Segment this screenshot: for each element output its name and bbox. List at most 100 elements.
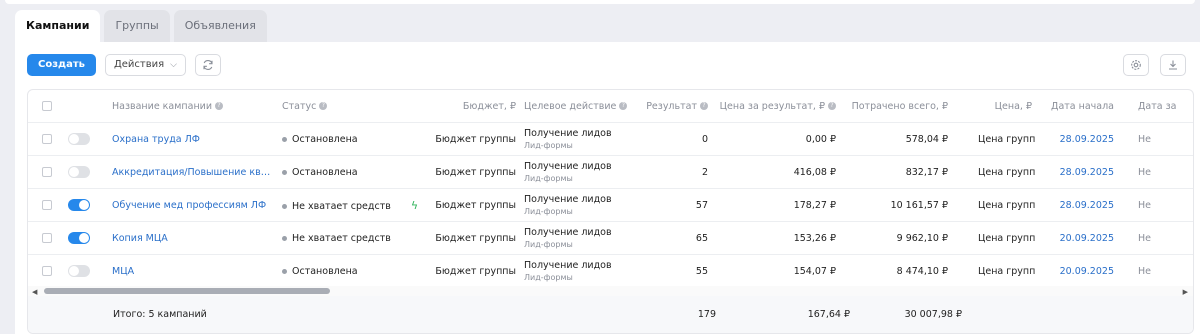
- campaign-name-link[interactable]: МЦА: [112, 266, 274, 277]
- campaign-toggle[interactable]: [68, 166, 90, 178]
- budget-cell: Бюджет группы: [418, 155, 520, 189]
- refresh-icon: [203, 60, 213, 70]
- horizontal-scrollbar[interactable]: ◀ ▶: [28, 286, 1193, 296]
- campaign-name-link[interactable]: Охрана труда ЛФ: [112, 134, 274, 145]
- end-date-cell: Не: [1118, 188, 1193, 222]
- help-icon[interactable]: ?: [700, 102, 708, 110]
- tab-campaigns[interactable]: Кампании: [15, 10, 101, 42]
- header-price[interactable]: Цена, ₽: [952, 90, 1036, 123]
- campaign-toggle[interactable]: [68, 199, 90, 211]
- status-dot: [282, 169, 287, 175]
- spent-cell: 10 161,57 ₽: [840, 188, 952, 222]
- tab-ads[interactable]: Объявления: [173, 10, 267, 42]
- result-cell: 0: [630, 122, 712, 156]
- refresh-button[interactable]: [195, 54, 221, 76]
- settings-icon: [1131, 60, 1141, 70]
- select-all-checkbox[interactable]: [42, 101, 52, 111]
- help-icon[interactable]: ?: [319, 102, 328, 110]
- result-cell: 57: [630, 188, 712, 222]
- tab-bar: Кампании Группы Объявления: [15, 10, 271, 42]
- end-date-cell: Не: [1118, 254, 1193, 288]
- scroll-left-icon[interactable]: ◀: [32, 288, 37, 296]
- row-checkbox[interactable]: [42, 134, 52, 144]
- cost-per-result-cell: 416,08 ₽: [712, 155, 840, 189]
- totals-spent: 30 007,98 ₽: [904, 309, 962, 320]
- price-cell: Цена группы: [952, 155, 1036, 189]
- campaigns-table-wrap: Название кампании? Статус? Бюджет, ₽ Цел…: [27, 89, 1194, 334]
- header-spent[interactable]: Потрачено всего, ₽: [840, 90, 952, 123]
- help-icon[interactable]: ?: [619, 102, 628, 110]
- row-checkbox[interactable]: [42, 167, 52, 177]
- cost-per-result-cell: 0,00 ₽: [712, 122, 840, 156]
- help-icon[interactable]: ?: [215, 102, 224, 110]
- header-status[interactable]: Статус?: [278, 90, 418, 123]
- download-button[interactable]: [1160, 54, 1186, 76]
- cost-per-result-cell: 153,26 ₽: [712, 221, 840, 255]
- lightning-icon[interactable]: ϟ: [411, 199, 418, 212]
- header-campaign-name[interactable]: Название кампании?: [108, 90, 278, 123]
- table-row[interactable]: Охрана труда ЛФ Остановлена Бюджет групп…: [28, 122, 1193, 156]
- table-row[interactable]: Аккредитация/Повышение квали... Остановл…: [28, 155, 1193, 189]
- download-icon: [1169, 60, 1177, 70]
- status-text: Остановлена: [292, 166, 358, 178]
- status-text: Не хватает средств: [292, 232, 391, 244]
- header-cost-per-result[interactable]: Цена за результат, ₽?: [712, 90, 840, 123]
- totals-cost-per-result: 167,64 ₽: [807, 309, 850, 320]
- start-date-cell[interactable]: 28.09.2025: [1036, 188, 1118, 222]
- table-row[interactable]: Копия МЦА Не хватает средств Бюджет груп…: [28, 221, 1193, 255]
- campaign-toggle[interactable]: [68, 232, 90, 244]
- help-icon[interactable]: ?: [828, 102, 836, 110]
- settings-button[interactable]: [1123, 54, 1149, 76]
- target-action: Получение лидов: [524, 161, 612, 172]
- row-checkbox[interactable]: [42, 200, 52, 210]
- start-date-cell[interactable]: 20.09.2025: [1036, 254, 1118, 288]
- table-row[interactable]: МЦА Остановлена Бюджет группы Получение …: [28, 254, 1193, 288]
- price-cell: Цена группы: [952, 254, 1036, 288]
- header-toggle: [64, 90, 108, 123]
- header-end-date[interactable]: Дата за: [1118, 90, 1193, 123]
- header-result[interactable]: Результат?: [630, 90, 712, 123]
- start-date-cell[interactable]: 28.09.2025: [1036, 155, 1118, 189]
- actions-dropdown[interactable]: Действия ⌵: [104, 54, 186, 76]
- create-button[interactable]: Создать: [27, 54, 96, 76]
- spent-cell: 832,17 ₽: [840, 155, 952, 189]
- status-dot: [282, 235, 287, 241]
- header-target-action[interactable]: Целевое действие?: [520, 90, 630, 123]
- status-dot: [282, 136, 287, 142]
- campaign-name-link[interactable]: Аккредитация/Повышение квали...: [112, 167, 274, 178]
- totals-result: 179: [697, 309, 716, 320]
- price-cell: Цена группы: [952, 221, 1036, 255]
- campaign-name-link[interactable]: Обучение мед профессиям ЛФ: [112, 200, 274, 211]
- end-date-cell: Не: [1118, 155, 1193, 189]
- app-shell: Кампании Группы Объявления Создать Дейст…: [0, 0, 1200, 334]
- row-checkbox[interactable]: [42, 233, 52, 243]
- price-cell: Цена группы: [952, 188, 1036, 222]
- scrollbar-thumb[interactable]: [44, 288, 330, 294]
- result-cell: 55: [630, 254, 712, 288]
- header-budget[interactable]: Бюджет, ₽: [418, 90, 520, 123]
- header-result-label: Результат: [646, 100, 697, 112]
- table-header-row: Название кампании? Статус? Бюджет, ₽ Цел…: [28, 90, 1193, 123]
- campaign-toggle[interactable]: [68, 265, 90, 277]
- header-campaign-name-label: Название кампании: [112, 100, 213, 112]
- status-dot: [282, 268, 287, 274]
- campaigns-card: Создать Действия ⌵ Название кампании ? С…: [15, 42, 1200, 334]
- target-action-sub: Лид-формы: [524, 240, 573, 249]
- totals-row: Итого: 5 кампаний 179 167,64 ₽ 30 007,98…: [28, 296, 1193, 333]
- target-action-sub: Лид-формы: [524, 207, 573, 216]
- header-status-label: Статус: [282, 100, 317, 112]
- campaign-name-link[interactable]: Копия МЦА: [112, 233, 274, 244]
- start-date-cell[interactable]: 20.09.2025: [1036, 221, 1118, 255]
- tab-groups[interactable]: Группы: [104, 10, 170, 42]
- campaign-toggle[interactable]: [68, 133, 90, 145]
- budget-cell: Бюджет группы: [418, 188, 520, 222]
- totals-label: Итого: 5 кампаний: [113, 309, 207, 320]
- start-date-cell[interactable]: 28.09.2025: [1036, 122, 1118, 156]
- row-checkbox[interactable]: [42, 266, 52, 276]
- header-start-date[interactable]: Дата начала: [1036, 90, 1118, 123]
- status-text: Не хватает средств: [292, 200, 391, 212]
- target-action-sub: Лид-формы: [524, 174, 573, 183]
- budget-cell: Бюджет группы: [418, 221, 520, 255]
- scroll-right-icon[interactable]: ▶: [1183, 288, 1188, 296]
- table-row[interactable]: Обучение мед профессиям ЛФ Не хватает ср…: [28, 188, 1193, 222]
